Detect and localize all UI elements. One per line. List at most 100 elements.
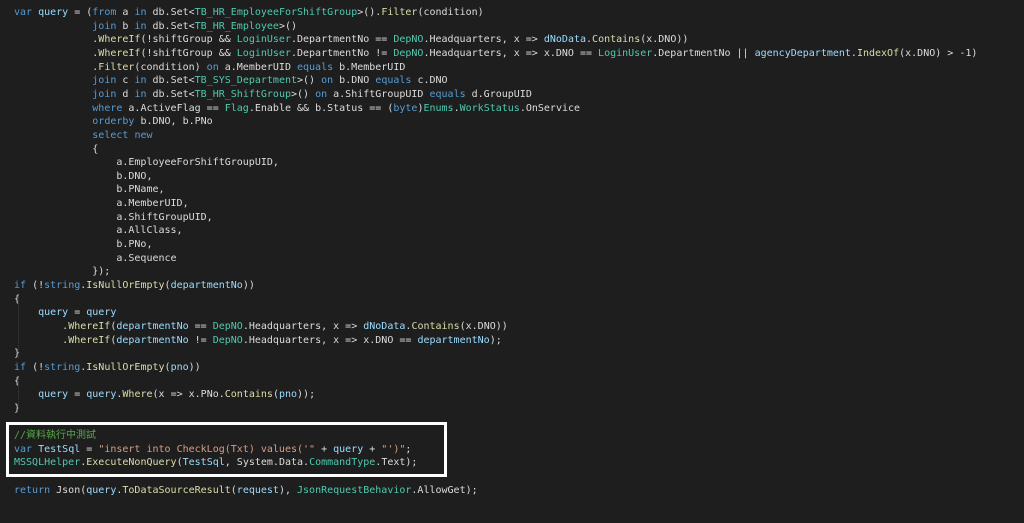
code-line: join b in db.Set<TB_HR_Employee>() xyxy=(14,20,297,34)
code-token: dNoData xyxy=(363,320,406,332)
code-token: DepNO xyxy=(212,320,243,332)
code-token: a.EmployeeForShiftGroupUID, xyxy=(14,157,279,169)
code-token: query xyxy=(86,484,117,496)
code-token: LoginUser xyxy=(236,34,291,46)
code-token: .Headquarters, x => xyxy=(423,34,544,46)
code-token: in xyxy=(134,75,147,87)
code-token: departmentNo xyxy=(170,280,243,291)
code-token: string xyxy=(44,280,81,291)
code-token: TB_HR_ShiftGroup xyxy=(194,88,291,100)
code-line: query = query.Where(x => x.PNo.Contains(… xyxy=(14,388,315,402)
code-token: Contains xyxy=(411,320,460,332)
indent-guide xyxy=(18,296,19,358)
code-token: b.DNO, xyxy=(14,170,153,182)
code-token: LoginUser xyxy=(598,47,653,59)
highlight-box xyxy=(6,422,447,477)
code-line: join c in db.Set<TB_SYS_Department>() on… xyxy=(14,74,447,88)
code-token: != xyxy=(188,334,213,346)
code-token: (!shiftGroup && xyxy=(140,34,237,46)
code-token: pno xyxy=(170,361,189,373)
code-token: Contains xyxy=(592,34,641,46)
code-token: b.DNO, b.PNo xyxy=(134,116,213,128)
code-token: b.PNo, xyxy=(14,239,153,251)
code-line: orderby b.DNO, b.PNo xyxy=(14,115,213,129)
code-token: LoginUser xyxy=(236,47,291,59)
code-token: join xyxy=(92,75,117,87)
code-token: on xyxy=(206,61,219,73)
code-token: a.ShiftGroupUID, xyxy=(14,211,213,223)
code-token: IndexOf xyxy=(856,47,900,59)
code-token: .DepartmentNo != xyxy=(290,47,394,59)
code-token: Filter xyxy=(381,7,418,18)
code-line: if (!string.IsNullOrEmpty(pno)) xyxy=(14,361,201,375)
code-token: a.MemberUID xyxy=(218,61,297,73)
code-line: select new xyxy=(14,129,152,143)
code-line: }); xyxy=(14,265,110,279)
code-token: c xyxy=(116,75,135,87)
code-line: b.DNO, xyxy=(14,170,152,184)
code-token: Json( xyxy=(50,484,87,496)
code-token: var xyxy=(14,7,39,18)
code-token: if xyxy=(14,280,27,291)
code-token: db.Set< xyxy=(146,20,195,32)
code-token: select xyxy=(92,129,129,141)
code-line: a.EmployeeForShiftGroupUID, xyxy=(14,156,279,170)
code-token: { xyxy=(14,143,99,155)
code-token: byte xyxy=(393,102,418,114)
indent-guide xyxy=(18,378,19,408)
code-line: a.Sequence xyxy=(14,252,176,266)
code-token: agencyDepartment xyxy=(754,47,851,59)
code-line: a.ShiftGroupUID, xyxy=(14,211,213,225)
code-token: DepNO xyxy=(393,34,424,46)
code-token: DepNO xyxy=(212,334,243,346)
code-token: db.Set< xyxy=(146,7,195,18)
code-token: (x.DNO)) xyxy=(640,34,689,46)
code-token: JsonRequestBehavior xyxy=(297,484,412,496)
code-token: in xyxy=(134,88,147,100)
code-token: (! xyxy=(26,280,45,291)
code-token: . xyxy=(14,34,99,46)
code-token: .OnService xyxy=(519,102,581,114)
code-editor[interactable]: var query = (from a in db.Set<TB_HR_Empl… xyxy=(0,0,1024,523)
code-line: b.PNo, xyxy=(14,238,152,252)
code-token: pno xyxy=(278,389,298,401)
code-token: (x.DNO) > -1) xyxy=(899,47,978,59)
code-token: query xyxy=(86,389,117,401)
code-token: }); xyxy=(14,266,111,278)
code-token: dNoData xyxy=(543,34,587,46)
code-token: b.MemberUID xyxy=(333,61,406,73)
code-token: from xyxy=(92,7,117,18)
code-token: request xyxy=(236,484,279,496)
code-token: in xyxy=(134,7,147,18)
code-token: )) xyxy=(188,361,201,373)
code-line: .WhereIf(departmentNo == DepNO.Headquart… xyxy=(14,320,508,334)
code-token: a.AllClass, xyxy=(14,225,183,237)
code-token: b.DNO xyxy=(333,75,376,87)
code-token: . xyxy=(14,334,69,346)
code-line: .WhereIf(!shiftGroup && LoginUser.Depart… xyxy=(14,33,688,47)
code-token: (!shiftGroup && xyxy=(140,47,237,59)
code-line: if (!string.IsNullOrEmpty(departmentNo)) xyxy=(14,279,255,293)
code-token: .Headquarters, x => x.DNO == xyxy=(423,47,599,59)
code-token: WhereIf xyxy=(68,334,111,346)
code-line: b.PName, xyxy=(14,183,164,197)
code-token: d.GroupUID xyxy=(465,88,532,100)
code-token: a.ShiftGroupUID xyxy=(327,88,430,100)
code-token: join xyxy=(92,88,117,100)
code-token: if xyxy=(14,361,27,373)
code-token: TB_HR_EmployeeForShiftGroup xyxy=(194,7,358,18)
code-token: WorkStatus xyxy=(459,102,520,114)
code-token: Enums xyxy=(423,102,454,114)
code-token: .DepartmentNo || xyxy=(652,47,755,59)
code-token: >() xyxy=(297,75,322,87)
code-token: .DepartmentNo == xyxy=(290,34,394,46)
code-token: = xyxy=(68,307,87,319)
code-token: IsNullOrEmpty xyxy=(86,280,165,291)
code-token: )) xyxy=(242,280,255,291)
code-token: = xyxy=(68,389,87,401)
code-line: where a.ActiveFlag == Flag.Enable && b.S… xyxy=(14,102,580,116)
code-line: var query = (from a in db.Set<TB_HR_Empl… xyxy=(14,6,484,20)
code-token: query xyxy=(38,7,69,18)
